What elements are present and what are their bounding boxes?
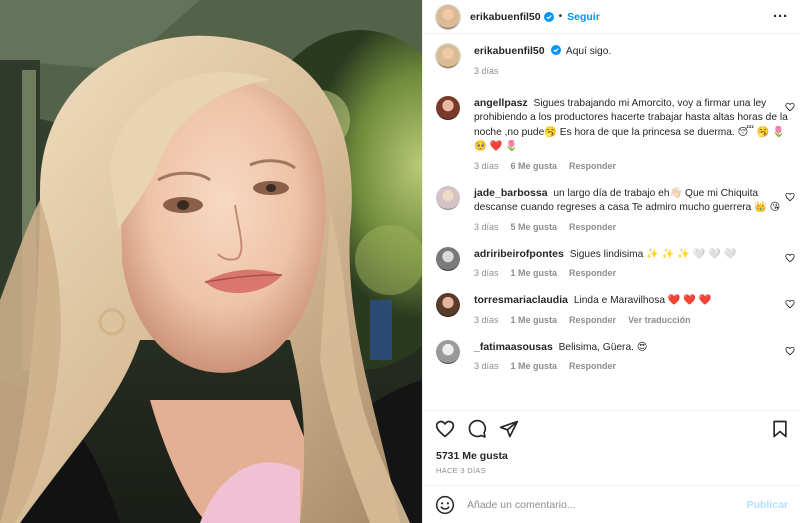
comment-text: Sigues lindisima ✨ ✨ ✨ 🤍 🤍 🤍 [569,248,737,260]
reply-button[interactable]: Responder [569,161,616,171]
comment-text: Belisima, Güera. 😍 [558,341,648,353]
verified-badge-icon [550,45,561,55]
share-icon[interactable] [499,419,519,439]
comment-meta: 3 días 6 Me gusta Responder [474,161,788,171]
author-avatar[interactable] [436,4,460,29]
emoji-icon[interactable] [435,495,455,515]
caption-text-row: erikabuenfil50 Aquí sigo. [474,44,788,60]
comment-likes[interactable]: 5 Me gusta [511,222,558,232]
comment-time[interactable]: 3 días [474,222,499,232]
heart-icon[interactable] [435,419,455,439]
publish-button[interactable]: Publicar [747,499,788,511]
caption-text: Aquí sigo. [565,46,612,57]
follow-button[interactable]: Seguir [567,11,600,23]
comment-text: Linda e Maravilhosa ❤️ ❤️ ❤️ [573,295,712,306]
reply-button[interactable]: Responder [569,361,616,371]
commenter-avatar[interactable] [436,185,460,210]
caption-username[interactable]: erikabuenfil50 [474,45,545,57]
add-comment-bar: Publicar [423,485,800,523]
translate-button[interactable]: Ver traducción [628,315,691,325]
like-comment-heart-icon[interactable] [785,102,795,112]
comment-text-row: jade_barbossa un largo día de trabajo eh… [474,186,788,216]
commenter-avatar[interactable] [436,95,460,120]
commenter-username[interactable]: _fatimaasousas [474,341,553,353]
like-comment-heart-icon[interactable] [785,192,795,202]
comment-item: _fatimaasousas Belisima, Güera. 😍 3 días… [436,339,795,371]
comment-item: adriribeirofpontes Sigues lindisima ✨ ✨ … [436,246,795,278]
comment-item: jade_barbossa un largo día de trabajo eh… [436,185,795,232]
bookmark-icon[interactable] [770,419,790,439]
like-comment-heart-icon[interactable] [785,299,795,309]
comment-text-row: adriribeirofpontes Sigues lindisima ✨ ✨ … [474,247,788,263]
comment-time[interactable]: 3 días [474,315,499,325]
caption-time[interactable]: 3 días [474,66,499,76]
commenter-username[interactable]: torresmariaclaudia [474,294,568,306]
instagram-post: erikabuenfil50 • Seguir ··· erikabuenfil… [0,0,800,523]
post-photo[interactable] [0,0,422,523]
likes-count[interactable]: 5731 Me gusta [423,446,800,462]
like-comment-heart-icon[interactable] [785,346,795,356]
comment-item: angellpasz Sigues trabajando mi Amorcito… [436,95,795,171]
author-username[interactable]: erikabuenfil50 [470,11,541,23]
header-separator: • [558,11,563,22]
reply-button[interactable]: Responder [569,315,616,325]
like-comment-heart-icon[interactable] [785,253,795,263]
comment-meta: 3 días 1 Me gusta Responder Ver traducci… [474,315,788,325]
comment-text-row: torresmariaclaudia Linda e Maravilhosa ❤… [474,293,788,309]
post-header: erikabuenfil50 • Seguir ··· [423,0,800,34]
reply-button[interactable]: Responder [569,222,616,232]
comment-time[interactable]: 3 días [474,268,499,278]
comment-input[interactable] [467,498,747,511]
comment-likes[interactable]: 6 Me gusta [511,161,558,171]
commenter-avatar[interactable] [436,246,460,271]
post-action-bar [423,410,800,446]
caption-avatar[interactable] [436,44,460,68]
comment-text-row: angellpasz Sigues trabajando mi Amorcito… [474,96,788,155]
more-options-icon[interactable]: ··· [773,9,788,24]
post-side-panel: erikabuenfil50 • Seguir ··· erikabuenfil… [422,0,800,523]
comment-likes[interactable]: 1 Me gusta [511,315,558,325]
comment-item: torresmariaclaudia Linda e Maravilhosa ❤… [436,293,795,325]
post-timestamp: HACE 3 DÍAS [436,466,486,475]
commenter-username[interactable]: angellpasz [474,97,528,109]
post-caption: erikabuenfil50 Aquí sigo. 3 días [436,44,788,76]
commenter-username[interactable]: adriribeirofpontes [474,248,564,260]
comment-text-row: _fatimaasousas Belisima, Güera. 😍 [474,340,788,356]
comment-meta: 3 días 1 Me gusta Responder [474,268,788,278]
selfie-image [0,0,422,523]
comment-icon[interactable] [467,419,487,439]
verified-badge-icon [543,11,554,22]
comment-likes[interactable]: 1 Me gusta [511,361,558,371]
commenter-username[interactable]: jade_barbossa [474,187,548,199]
commenter-avatar[interactable] [436,339,460,364]
reply-button[interactable]: Responder [569,268,616,278]
comment-meta: 3 días 1 Me gusta Responder [474,361,788,371]
comments-section[interactable]: erikabuenfil50 Aquí sigo. 3 días angellp… [423,34,800,410]
caption-meta: 3 días [474,66,788,76]
comment-time[interactable]: 3 días [474,161,499,171]
comment-time[interactable]: 3 días [474,361,499,371]
comment-likes[interactable]: 1 Me gusta [511,268,558,278]
comment-meta: 3 días 5 Me gusta Responder [474,222,788,232]
commenter-avatar[interactable] [436,293,460,317]
